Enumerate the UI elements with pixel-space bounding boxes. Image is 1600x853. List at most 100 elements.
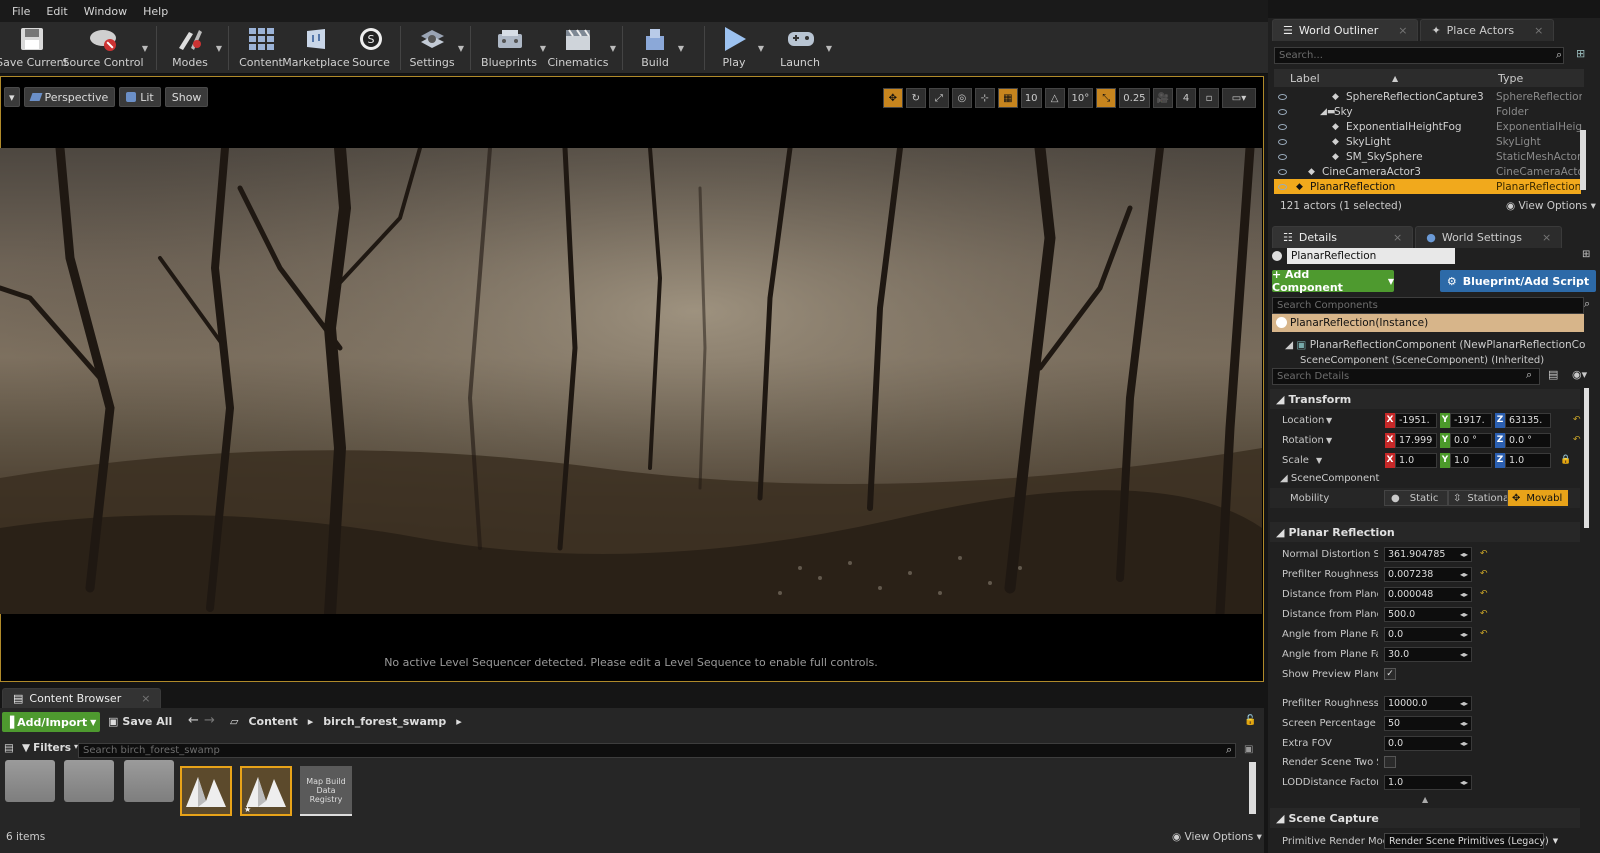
breadcrumb-content[interactable]: Content <box>248 715 297 728</box>
source-control-button[interactable]: Source Control ▼ <box>62 24 148 72</box>
planar-reflection-component-row[interactable]: ◢ ▣ PlanarReflectionComponent (NewPlanar… <box>1285 339 1585 351</box>
marketplace-button[interactable]: Marketplace <box>282 24 350 72</box>
world-local-icon[interactable]: ◎ <box>951 88 972 108</box>
spin-icon[interactable]: ◂▸ <box>1460 719 1468 728</box>
back-icon[interactable]: ← <box>188 713 199 728</box>
reset-icon[interactable]: ↶ <box>1480 549 1488 559</box>
planar-reflection-section[interactable]: ◢ Planar Reflection <box>1270 522 1580 542</box>
search-details-input[interactable]: Search Details <box>1272 368 1540 385</box>
property-value-field[interactable]: 0.007238 <box>1384 566 1472 582</box>
location-x-field[interactable]: -1951. <box>1395 412 1437 428</box>
close-icon[interactable]: × <box>1542 231 1551 244</box>
search-components-input[interactable]: Search Components <box>1272 297 1584 314</box>
property-value-field[interactable]: 361.904785 <box>1384 546 1472 562</box>
outliner-row[interactable]: ◆ PlanarReflection PlanarReflection <box>1274 179 1581 194</box>
grid-snap-value[interactable]: 10 <box>1020 88 1042 108</box>
show-button[interactable]: Show <box>164 87 209 107</box>
grid-snap-icon[interactable]: ▦ <box>997 88 1018 108</box>
level-asset[interactable] <box>180 766 232 816</box>
tab-world-settings[interactable]: ● World Settings × <box>1415 226 1563 248</box>
property-value-field[interactable]: 0.0 <box>1384 626 1472 642</box>
spin-icon[interactable]: ◂▸ <box>1460 630 1468 639</box>
rotation-snap-value[interactable]: 10° <box>1067 88 1094 108</box>
outliner-scrollbar[interactable] <box>1580 130 1586 190</box>
reset-icon[interactable]: ↶ <box>1480 629 1488 639</box>
lit-button[interactable]: Lit <box>119 87 161 107</box>
close-icon[interactable]: × <box>141 692 150 705</box>
property-value-field[interactable]: 500.0 <box>1384 606 1472 622</box>
spin-icon[interactable]: ◂▸ <box>1460 570 1468 579</box>
property-value-field[interactable]: 50 <box>1384 715 1472 731</box>
location-z-field[interactable]: 63135. <box>1505 412 1551 428</box>
settings-button[interactable]: Settings ▼ <box>409 24 464 72</box>
close-icon[interactable]: × <box>1393 231 1402 244</box>
scale-snap-icon[interactable]: ⤡ <box>1096 88 1117 108</box>
modes-button[interactable]: Modes ▼ <box>170 24 222 72</box>
scene-capture-section[interactable]: ◢ Scene Capture <box>1270 808 1580 828</box>
lock-icon[interactable]: 🔒 <box>1560 455 1571 465</box>
camera-speed-icon[interactable]: 🎥 <box>1152 88 1173 108</box>
folder-item[interactable] <box>64 760 114 802</box>
tab-details[interactable]: ☷ Details × <box>1272 226 1414 248</box>
rotation-y-field[interactable]: 0.0 ° <box>1450 432 1492 448</box>
show-preview-plane-checkbox[interactable]: ✓ <box>1384 668 1396 680</box>
spin-icon[interactable]: ◂▸ <box>1460 699 1468 708</box>
add-component-button[interactable]: + Add Component ▼ <box>1272 268 1394 294</box>
scale-x-field[interactable]: 1.0 <box>1395 452 1437 468</box>
render-two-sided-checkbox[interactable] <box>1384 756 1396 768</box>
visibility-icon[interactable] <box>1278 138 1287 145</box>
visibility-icon[interactable] <box>1278 153 1287 160</box>
translate-icon[interactable]: ✥ <box>882 88 903 108</box>
rotation-x-field[interactable]: 17.999 <box>1395 432 1437 448</box>
transform-section[interactable]: ◢ Transform <box>1270 389 1580 409</box>
column-label[interactable]: Label <box>1290 72 1320 85</box>
reset-icon[interactable]: ↶ <box>1573 435 1581 445</box>
play-button[interactable]: Play ▼ <box>716 24 764 72</box>
launch-button[interactable]: Launch ▼ <box>780 24 832 72</box>
folder-item[interactable] <box>124 760 174 802</box>
level-asset-selected[interactable]: ★ <box>240 766 292 816</box>
reset-icon[interactable]: ↶ <box>1480 609 1488 619</box>
save-all-button[interactable]: ▣ Save All <box>108 715 172 728</box>
pin-icon[interactable]: ⊞ <box>1576 47 1585 60</box>
eye-icon[interactable]: ◉▾ <box>1572 368 1587 381</box>
content-scrollbar[interactable] <box>1249 762 1256 814</box>
spin-icon[interactable]: ◂▸ <box>1460 550 1468 559</box>
close-icon[interactable]: × <box>1398 24 1407 37</box>
mobility-movable-button[interactable]: ✥ Movabl <box>1508 490 1568 506</box>
blueprint-add-script-button[interactable]: ⚙ Blueprint/Add Script <box>1440 270 1596 292</box>
outliner-row[interactable]: ◆ SkyLight SkyLight <box>1274 134 1581 149</box>
tab-world-outliner[interactable]: ☰ World Outliner × <box>1272 19 1419 41</box>
content-search-input[interactable]: Search birch_forest_swamp <box>78 743 1236 758</box>
location-y-field[interactable]: -1917. <box>1450 412 1492 428</box>
details-scrollbar[interactable] <box>1584 388 1589 528</box>
folder-item[interactable] <box>5 760 55 802</box>
visibility-icon[interactable] <box>1278 183 1287 190</box>
mobility-static-button[interactable]: ● Static <box>1384 490 1448 506</box>
spin-icon[interactable]: ◂▸ <box>1460 610 1468 619</box>
save-search-icon[interactable]: ▣ <box>1244 744 1253 755</box>
menu-help[interactable]: Help <box>135 5 176 18</box>
reset-icon[interactable]: ↶ <box>1480 589 1488 599</box>
content-button[interactable]: Content <box>238 24 284 72</box>
rotation-snap-icon[interactable]: △ <box>1044 88 1065 108</box>
menu-edit[interactable]: Edit <box>38 5 75 18</box>
primitive-render-mode-select[interactable]: Render Scene Primitives (Legacy) ▼ <box>1384 833 1558 849</box>
save-current-button[interactable]: Save Current <box>0 24 68 72</box>
content-view-options[interactable]: ◉ View Options ▾ <box>1172 831 1262 843</box>
property-value-field[interactable]: 0.0 <box>1384 735 1472 751</box>
rotation-z-field[interactable]: 0.0 ° <box>1505 432 1551 448</box>
reset-icon[interactable]: ↶ <box>1573 415 1581 425</box>
lod-distance-field[interactable]: 1.0 <box>1384 774 1472 790</box>
outliner-search-input[interactable]: Search... <box>1274 47 1564 64</box>
visibility-icon[interactable] <box>1278 108 1287 115</box>
menu-file[interactable]: File <box>4 5 38 18</box>
mobility-stationary-button[interactable]: ⇳ Stationa <box>1448 490 1508 506</box>
outliner-row[interactable]: ◢▬ Sky Folder <box>1274 104 1581 119</box>
property-matrix-icon[interactable]: ▤ <box>1548 368 1558 381</box>
scene-component-category[interactable]: ◢ SceneComponent <box>1280 473 1379 484</box>
viewport-options-button[interactable]: ▾ <box>4 87 20 107</box>
forward-icon[interactable]: → <box>204 713 215 728</box>
visibility-icon[interactable] <box>1278 168 1287 175</box>
column-type[interactable]: Type <box>1498 72 1523 85</box>
